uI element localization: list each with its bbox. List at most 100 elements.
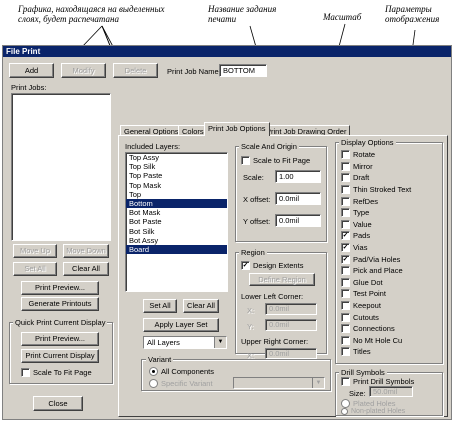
print-jobs-label: Print Jobs: [11,83,47,92]
display-option-checkbox[interactable]: Cutouts [341,311,441,323]
checkbox-box [341,347,350,357]
checkbox-box [341,161,350,171]
layer-item[interactable]: Top Paste [126,171,227,180]
display-option-checkbox[interactable]: Connections [341,323,441,335]
define-region-button[interactable]: Define Region [249,273,315,286]
display-option-label: Type [353,208,370,218]
file-print-dialog: File Print Add Modify Delete Print Job N… [2,45,452,420]
display-option-checkbox[interactable]: Keepout [341,300,441,312]
display-option-label: No Mt Hole Cu [353,335,403,345]
add-button[interactable]: Add [9,63,54,78]
print-drill-symbols-checkbox[interactable]: Print Drill Symbols [341,377,414,386]
display-option-checkbox[interactable]: Thin Stroked Text [341,184,441,196]
layer-item[interactable]: Bot Silk [126,227,227,236]
display-option-checkbox[interactable]: RefDes [341,195,441,207]
checkbox-box: ✓ [241,261,250,270]
jobs-clear-all-button[interactable]: Clear All [63,262,109,276]
layers-set-all-button[interactable]: Set All [143,299,177,313]
lower-x-input[interactable]: 0.0mil [265,303,317,315]
move-up-button[interactable]: Move Up [13,244,57,258]
quick-print-preview-button[interactable]: Print Preview... [21,332,99,346]
lower-left-label: Lower Left Corner: [241,292,304,301]
upper-x-input[interactable]: 0.0mil [265,348,317,359]
layer-item[interactable]: Top [126,190,227,199]
drill-size-label: Size: [349,389,366,398]
lower-y-input[interactable]: 0.0mil [265,319,317,331]
drill-symbols-label: Drill Symbols [339,368,387,377]
y-offset-input[interactable]: 0.0mil [275,214,321,227]
display-option-checkbox[interactable]: Glue Dot [341,277,441,289]
display-option-label: Thin Stroked Text [353,185,412,195]
checkbox-box [341,219,350,229]
chevron-down-icon[interactable]: ▼ [214,337,226,348]
variant-dropdown[interactable]: ▼ [233,377,325,389]
display-option-label: Pick and Place [353,266,403,276]
generate-printouts-button[interactable]: Generate Printouts [21,297,99,311]
display-option-checkbox[interactable]: Pick and Place [341,265,441,277]
print-preview-button[interactable]: Print Preview... [21,281,99,295]
print-job-name-input[interactable]: BOTTOM [219,64,267,77]
checkbox-box [341,335,350,345]
close-button[interactable]: Close [33,396,83,411]
display-option-checkbox[interactable]: Value [341,219,441,231]
radio-dot [149,379,158,388]
design-extents-checkbox[interactable]: ✓ Design Extents [241,261,303,270]
x-offset-label: X offset: [243,195,271,204]
layer-item[interactable]: Bottom [126,199,227,209]
y-offset-label: Y offset: [243,217,271,226]
checkbox-box [341,266,350,276]
quick-print-label: Quick Print Current Display [13,318,108,327]
display-option-label: Cutouts [353,312,379,322]
drill-size-input[interactable]: 50.0mil [369,386,413,397]
layer-item[interactable]: Top Assy [126,153,227,162]
checkbox-box [341,173,350,183]
apply-layer-set-button[interactable]: Apply Layer Set [143,318,219,332]
delete-button[interactable]: Delete [113,63,158,78]
display-option-checkbox[interactable]: ✓ Pad/Via Holes [341,253,441,265]
quick-scale-to-fit-checkbox[interactable]: Scale To Fit Page [21,368,92,377]
display-option-checkbox[interactable]: Test Point [341,288,441,300]
variant-label: Variant [146,355,174,364]
print-job-name-label: Print Job Name: [167,67,221,76]
scale-input[interactable]: 1.00 [275,170,321,183]
layer-item[interactable]: Top Silk [126,162,227,171]
layer-item[interactable]: Bot Assy [126,236,227,245]
chevron-down-icon[interactable]: ▼ [312,378,324,388]
display-options-list: Rotate Mirror Draft Thin Stroked Text RefDes… [341,149,441,358]
print-jobs-list[interactable] [11,93,111,241]
display-option-checkbox[interactable]: No Mt Hole Cu [341,335,441,347]
checkbox-box [341,277,350,287]
display-option-checkbox[interactable]: Titles [341,346,441,358]
move-down-button[interactable]: Move Down [63,244,109,258]
scale-label: Scale: [243,173,264,182]
jobs-set-all-button[interactable]: Set All [13,262,57,276]
layer-item[interactable]: Bot Mask [126,208,227,217]
display-option-checkbox[interactable]: Mirror [341,161,441,173]
display-option-label: Connections [353,324,395,334]
layer-set-dropdown[interactable]: All Layers ▼ [143,336,227,349]
scale-origin-label: Scale And Origin [239,142,299,151]
tab-print-job-options[interactable]: Print Job Options [204,122,270,136]
layer-item[interactable]: Bot Paste [126,217,227,226]
specific-variant-radio[interactable]: Specific Variant [149,379,213,388]
layer-item[interactable]: Top Mask [126,181,227,190]
layer-item[interactable]: Board [126,245,227,255]
upper-x-label: X: [247,351,255,360]
display-options-label: Display Options [339,138,396,147]
display-option-label: Pads [353,231,371,241]
nonplated-holes-radio[interactable]: Non-plated Holes [341,407,405,416]
scale-to-fit-checkbox[interactable]: Scale to Fit Page [241,156,310,165]
all-components-radio[interactable]: All Components [149,367,214,376]
display-option-checkbox[interactable]: ✓ Vias [341,242,441,254]
display-option-checkbox[interactable]: ✓ Pads [341,230,441,242]
dialog-title: File Print [3,46,451,57]
print-current-display-button[interactable]: Print Current Display [21,349,99,363]
display-option-label: Test Point [353,289,386,299]
display-option-checkbox[interactable]: Rotate [341,149,441,161]
included-layers-list[interactable]: Top Assy Top Silk Top Paste Top Mask Top Bott… [125,152,228,292]
modify-button[interactable]: Modify [61,63,106,78]
layers-clear-all-button[interactable]: Clear All [183,299,219,313]
x-offset-input[interactable]: 0.0mil [275,192,321,205]
display-option-checkbox[interactable]: Type [341,207,441,219]
display-option-checkbox[interactable]: Draft [341,172,441,184]
